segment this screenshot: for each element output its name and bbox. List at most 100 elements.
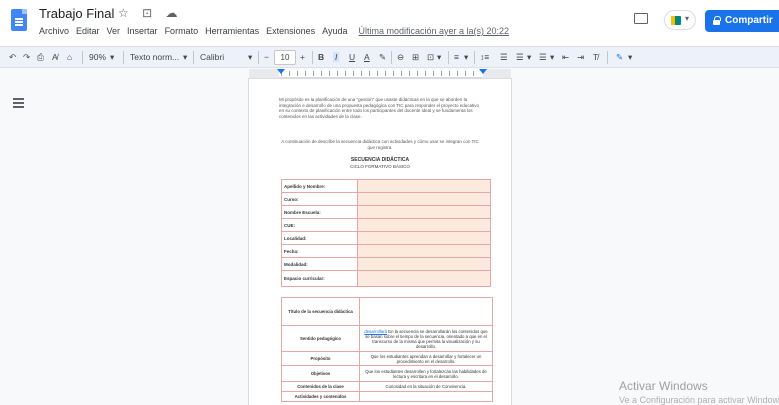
table-cell[interactable] [359, 297, 493, 326]
italic-button[interactable]: I [333, 52, 340, 62]
last-edit-link[interactable]: Última modificación ayer a la(s) 20:22 [359, 26, 510, 36]
table-cell[interactable] [357, 179, 491, 193]
table-cell[interactable] [357, 257, 491, 271]
sequence-table: Título de la secuencia didáctica Sentido… [281, 297, 493, 402]
table-row: Propósito Que los estudiantes aprendan a … [281, 351, 493, 366]
line-spacing-icon[interactable]: ↕≡ [480, 52, 489, 62]
intro-paragraph-2: A continuación de describe la secuencia … [281, 139, 479, 150]
chevron-down-icon: ▾ [248, 52, 253, 62]
underline-button[interactable]: U [349, 52, 355, 62]
table-row: Objetivos Que los estudiantes desarrollen… [281, 365, 493, 382]
menu-ayuda[interactable]: Ayuda [322, 26, 347, 36]
table-cell[interactable] [357, 192, 491, 206]
table-cell[interactable] [357, 218, 491, 232]
font-size-increase-button[interactable]: + [300, 52, 305, 62]
font-size-decrease-button[interactable]: − [264, 52, 269, 62]
table-row: Nombre Escuela: [281, 205, 491, 219]
table-row: CUE: [281, 218, 491, 232]
menu-editar[interactable]: Editar [76, 26, 100, 36]
highlight-icon[interactable]: ✎ [379, 52, 386, 63]
chevron-down-icon: ▾ [550, 52, 555, 62]
table-row: Apellido y Nombre: [281, 179, 491, 193]
table-cell[interactable]: Que los estudiantes aprendan a desarroll… [359, 351, 493, 366]
intro-paragraph: Mi propósito es la planificación de una … [279, 97, 480, 119]
menu-insertar[interactable]: Insertar [127, 26, 158, 36]
chevron-down-icon: ▾ [110, 52, 115, 62]
table-label: Objetivos [281, 365, 360, 382]
chevron-down-icon: ▾ [183, 52, 188, 62]
document-title[interactable]: Trabajo Final [39, 6, 114, 21]
windows-activation-subtext: Ve a Configuración para activar Windows. [619, 395, 779, 405]
title-actions-icons[interactable]: ☆ ⊡ ☁ [118, 6, 182, 20]
table-cell[interactable] [357, 244, 491, 258]
table-row: Actividades y contenidos [281, 391, 493, 402]
indent-less-icon[interactable]: ⇤ [562, 52, 569, 63]
menu-extensiones[interactable]: Extensiones [266, 26, 315, 36]
clear-formatting-icon[interactable]: T̸ [593, 52, 598, 62]
paint-format-icon[interactable]: ⌂ [67, 52, 72, 62]
table-row: Modalidad: [281, 257, 491, 271]
chevron-down-icon: ▾ [628, 52, 633, 62]
table-cell[interactable]: Curiosidad en la situación de Convivenci… [359, 381, 493, 392]
style-select[interactable]: Texto norm... [130, 52, 179, 62]
editing-mode-icon[interactable]: ✎ [616, 52, 623, 63]
align-icon[interactable]: ≡ [454, 52, 459, 62]
table-label: Curso: [281, 192, 358, 206]
undo-icon[interactable]: ↶ [9, 52, 16, 63]
redo-icon[interactable]: ↷ [23, 52, 30, 63]
font-select[interactable]: Calibri [200, 52, 224, 62]
document-page[interactable]: Mi propósito es la planificación de una … [249, 79, 511, 405]
text-color-button[interactable]: A [364, 52, 370, 62]
chevron-down-icon: ▾ [464, 52, 469, 62]
menu-herramientas[interactable]: Herramientas [205, 26, 259, 36]
table-cell[interactable] [359, 391, 493, 402]
table-row: Fecha: [281, 244, 491, 258]
menu-formato[interactable]: Formato [165, 26, 199, 36]
table-row: Espacio curricular: [281, 270, 491, 287]
table-cell[interactable]: Que los estudiantes desarrollen y fortal… [359, 365, 493, 382]
comment-icon[interactable]: ⊞ [412, 52, 419, 63]
docs-logo-icon[interactable] [11, 9, 27, 31]
lock-icon [713, 16, 721, 25]
table-row: Sentido pedagógico desarrollará En la sec… [281, 325, 493, 352]
zoom-select[interactable]: 90% [89, 52, 106, 62]
title-bar: Trabajo Final ☆ ⊡ ☁ Archivo Editar Ver I… [0, 0, 779, 46]
meet-button[interactable]: ▾ [664, 10, 696, 30]
table-label: Fecha: [281, 244, 358, 258]
menu-archivo[interactable]: Archivo [39, 26, 69, 36]
table-cell[interactable] [357, 270, 491, 287]
left-indent-marker[interactable] [277, 69, 285, 74]
font-size-input[interactable]: 10 [274, 50, 296, 65]
meet-camera-icon [671, 16, 681, 25]
indent-more-icon[interactable]: ⇥ [577, 52, 584, 63]
bulleted-list-icon[interactable]: ☰ [516, 52, 524, 63]
right-indent-marker[interactable] [479, 69, 487, 74]
checklist-icon[interactable]: ☰ [500, 52, 508, 63]
menu-bar: Archivo Editar Ver Insertar Formato Herr… [39, 26, 509, 36]
table-cell[interactable] [357, 205, 491, 219]
comments-icon[interactable] [634, 13, 648, 24]
table-row: Título de la secuencia didáctica [281, 297, 493, 326]
image-icon[interactable]: ⊡ [427, 52, 434, 63]
horizontal-ruler[interactable] [249, 69, 511, 78]
formatting-toolbar: ↶ ↷ ⎙ A̸ ⌂ 90% ▾ Texto norm... ▾ Calibri… [0, 46, 779, 68]
bold-button[interactable]: B [318, 52, 324, 62]
spellcheck-icon[interactable]: A̸ [52, 52, 58, 62]
sequence-subtitle: CICLO FORMATIVO BÁSICO [350, 164, 410, 169]
sequence-title: SECUENCIA DIDÁCTICA [350, 157, 410, 163]
table-label: Nombre Escuela: [281, 205, 358, 219]
document-outline-icon[interactable] [13, 98, 24, 108]
table-cell[interactable]: desarrollará En la secuencia se desarrol… [359, 325, 493, 352]
table-row: Curso: [281, 192, 491, 206]
table-label: Espacio curricular: [281, 270, 358, 287]
table-label: Sentido pedagógico [281, 325, 360, 352]
menu-ver[interactable]: Ver [107, 26, 121, 36]
link-icon[interactable]: ⊖ [397, 52, 404, 63]
table-label: Contenidos de la clase [281, 381, 360, 392]
share-label: Compartir [725, 15, 773, 26]
table-cell[interactable] [357, 231, 491, 245]
print-icon[interactable]: ⎙ [37, 52, 44, 63]
share-button[interactable]: Compartir [705, 10, 779, 32]
numbered-list-icon[interactable]: ☰ [539, 52, 547, 63]
student-info-table: Apellido y Nombre: Curso: Nombre Escuela… [281, 179, 491, 287]
